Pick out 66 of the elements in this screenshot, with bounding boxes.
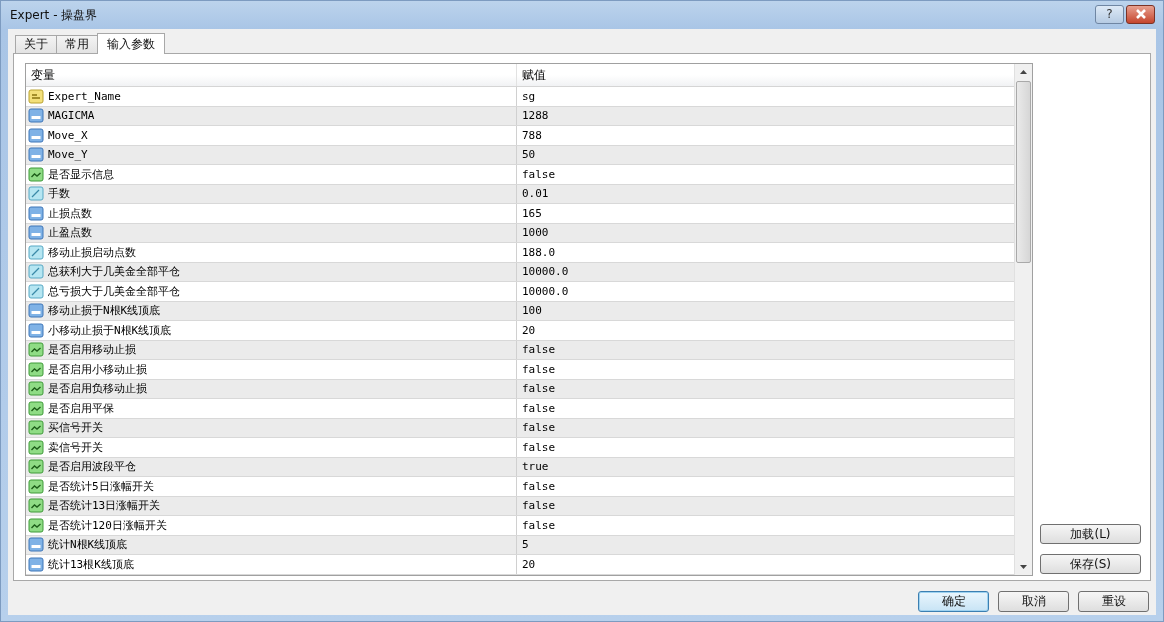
variable-name: 手数 — [48, 186, 70, 202]
parameter-value[interactable]: false — [522, 518, 556, 532]
column-header[interactable]: 赋值 — [517, 64, 546, 86]
parameter-value[interactable]: false — [522, 499, 556, 513]
parameter-value[interactable]: true — [522, 460, 549, 474]
parameter-value[interactable]: false — [522, 382, 556, 396]
variable-name: 是否统计120日涨幅开关 — [48, 517, 167, 533]
variable-name: Move_Y — [48, 148, 88, 162]
variable-name: 是否启用平保 — [48, 400, 114, 416]
tab[interactable]: 常用 — [56, 35, 98, 53]
variable-name: 是否显示信息 — [48, 166, 114, 182]
parameter-value[interactable]: false — [522, 362, 556, 376]
window-title: Expert - 操盘界 — [10, 6, 98, 24]
parameter-value[interactable]: false — [522, 167, 556, 181]
parameter-value[interactable]: sg — [522, 89, 536, 103]
variable-name: 是否启用小移动止损 — [48, 361, 147, 377]
parameter-value[interactable]: false — [522, 401, 556, 415]
tab[interactable]: 关于 — [15, 35, 57, 53]
dialog-button[interactable]: 取消 — [998, 591, 1069, 612]
variable-name: Move_X — [48, 128, 88, 142]
parameter-value[interactable]: 165 — [522, 206, 542, 220]
variable-name: Expert_Name — [48, 89, 121, 103]
scrollbar[interactable] — [1014, 64, 1032, 575]
parameter-value[interactable]: 5 — [522, 538, 529, 552]
save-button[interactable]: 保存(S) — [1040, 554, 1141, 574]
parameter-value[interactable]: 10000.0 — [522, 265, 569, 279]
variable-name: MAGICMA — [48, 109, 95, 123]
parameter-value[interactable]: false — [522, 440, 556, 454]
parameter-value[interactable]: 20 — [522, 557, 536, 571]
variable-name: 是否统计13日涨幅开关 — [48, 498, 161, 514]
variable-name: 总获利大于几美金全部平仓 — [48, 264, 180, 280]
variable-name: 卖信号开关 — [48, 439, 103, 455]
close-icon — [1133, 9, 1148, 19]
column-header[interactable]: 变量 — [26, 64, 517, 86]
parameter-value[interactable]: 20 — [522, 323, 536, 337]
parameter-value[interactable]: 50 — [522, 148, 536, 162]
parameter-value[interactable]: false — [522, 479, 556, 493]
variable-name: 止盈点数 — [48, 225, 92, 241]
variable-name: 统计13根K线顶底 — [48, 556, 134, 572]
close-button[interactable] — [1126, 4, 1155, 24]
scroll-thumb[interactable] — [1016, 81, 1031, 263]
parameter-value[interactable]: 0.01 — [522, 187, 549, 201]
variable-name: 移动止损于N根K线顶底 — [48, 303, 161, 319]
variable-name: 移动止损启动点数 — [48, 244, 136, 260]
variable-name: 统计N根K线顶底 — [48, 537, 128, 553]
parameter-value[interactable]: false — [522, 343, 556, 357]
help-button[interactable]: ? — [1095, 4, 1124, 24]
load-button[interactable]: 加载(L) — [1040, 524, 1141, 544]
parameter-value[interactable]: 10000.0 — [522, 284, 569, 298]
parameter-value[interactable]: 1288 — [522, 109, 549, 123]
variable-name: 小移动止损于N根K线顶底 — [48, 322, 172, 338]
parameter-value[interactable]: 788 — [522, 128, 542, 142]
variable-name: 是否启用移动止损 — [48, 342, 136, 358]
variable-name: 止损点数 — [48, 205, 92, 221]
variable-name: 买信号开关 — [48, 420, 103, 436]
dialog-button[interactable]: 重设 — [1078, 591, 1149, 612]
tab[interactable]: 输入参数 — [97, 33, 165, 54]
variable-name: 是否启用负移动止损 — [48, 381, 147, 397]
variable-name: 是否启用波段平仓 — [48, 459, 136, 475]
variable-name: 总亏损大于几美金全部平仓 — [48, 283, 180, 299]
dialog-button[interactable]: 确定 — [918, 591, 989, 612]
parameter-value[interactable]: false — [522, 421, 556, 435]
parameter-value[interactable]: 100 — [522, 304, 542, 318]
variable-name: 是否统计5日涨幅开关 — [48, 478, 154, 494]
parameter-value[interactable]: 1000 — [522, 226, 549, 240]
parameter-value[interactable]: 188.0 — [522, 245, 556, 259]
